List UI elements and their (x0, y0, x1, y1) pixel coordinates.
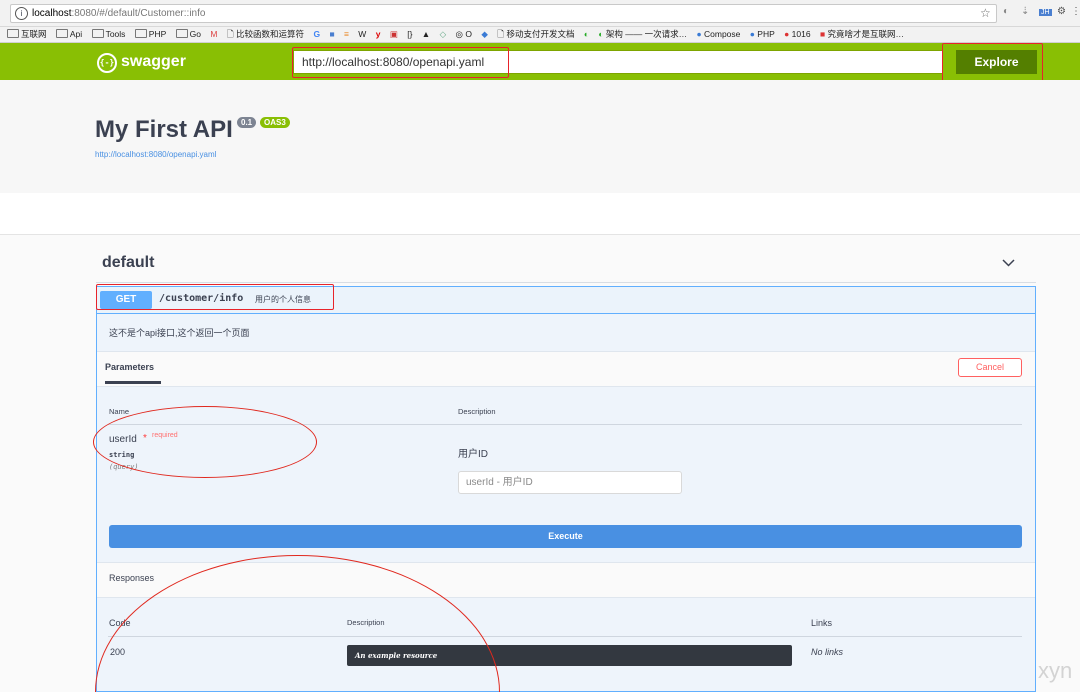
code-icon[interactable]: [} (407, 27, 412, 42)
swagger-logo-text: swagger (121, 53, 186, 70)
folder-icon (175, 29, 188, 38)
column-header-name: Name (109, 407, 130, 416)
bookmark-item[interactable]: ● 1016 (784, 27, 810, 42)
cancel-button[interactable]: Cancel (958, 358, 1022, 377)
site-icon: ■ (819, 29, 826, 39)
annotation-ellipse (93, 406, 317, 478)
site-icon[interactable]: ◆ (481, 27, 488, 42)
column-header-description: Description (458, 407, 496, 416)
bookmark-star-icon[interactable]: ☆ (980, 6, 991, 20)
swagger-logo-icon: {-} (97, 53, 117, 73)
profile-icon[interactable]: JH (1039, 9, 1052, 16)
extension-icon[interactable]: ⇣ (1021, 6, 1029, 17)
yahoo-icon[interactable]: y (376, 27, 381, 42)
bookmark-item[interactable]: ◎ O (456, 27, 472, 42)
bookmark-item[interactable]: Go (175, 27, 201, 42)
operation-description: 这不是个api接口,这个返回一个页面 (109, 328, 250, 338)
settings-gear-icon[interactable]: ⚙ (1057, 6, 1066, 17)
site-icon[interactable]: ◐ (584, 27, 589, 42)
google-icon[interactable]: G (313, 27, 320, 42)
site-icon: ● (784, 29, 790, 39)
annotation-box (292, 47, 509, 78)
url-host: localhost (32, 8, 72, 19)
oas-badge: OAS3 (260, 117, 290, 128)
php-icon: ● (749, 29, 755, 39)
folder-icon (55, 29, 68, 38)
site-icon[interactable]: ▲ (422, 27, 430, 42)
api-title: My First API (95, 116, 233, 143)
watermark: xyn (1038, 658, 1073, 683)
parameters-header (97, 351, 1035, 387)
site-icon[interactable]: ◇ (440, 27, 447, 42)
stackoverflow-icon[interactable]: ≡ (344, 27, 349, 42)
wikipedia-icon[interactable]: W (358, 27, 366, 42)
site-icon: ◐ (598, 29, 604, 39)
spec-url-link[interactable]: http://localhost:8080/openapi.yaml (95, 150, 216, 159)
bookmark-item[interactable]: Tools (91, 27, 125, 42)
translate-icon[interactable]: ■ (329, 27, 334, 42)
folder-icon (7, 29, 19, 38)
annotation-box (96, 284, 334, 310)
page-icon: 🗋 (226, 29, 234, 39)
site-icon[interactable]: ▣ (390, 27, 398, 42)
execute-button[interactable]: Execute (109, 525, 1022, 548)
tag-title[interactable]: default (102, 254, 154, 272)
bookmark-item[interactable]: ● PHP (750, 27, 775, 42)
column-header-links: Links (811, 618, 833, 628)
bookmark-item[interactable]: Api (55, 27, 82, 42)
menu-icon[interactable]: ⋮ (1071, 6, 1080, 17)
scheme-container (0, 193, 1080, 235)
github-icon: ◎ (455, 29, 463, 39)
bookmarks-bar: 互联网 Api Tools PHP Go M 🗋 比较函数和运算符 G ■ ≡ … (0, 27, 1080, 43)
bookmark-item[interactable]: ● Compose (696, 27, 740, 42)
page-icon: 🗋 (497, 29, 505, 39)
bookmark-item[interactable]: ◐ 架构 —— 一次请求… (598, 27, 687, 42)
extension-icon[interactable]: ◐ (1003, 6, 1009, 17)
bookmark-item[interactable]: 🗋 移动支付开发文档 (497, 27, 574, 42)
tab-underline (105, 381, 161, 384)
folder-icon (91, 29, 104, 38)
responses-title: Responses (109, 573, 155, 583)
url-path: :8080/#/default/Customer::info (71, 8, 206, 19)
annotation-box (942, 43, 1043, 85)
param-description: 用户ID (458, 449, 488, 460)
folder-icon (134, 29, 147, 38)
version-badge: 0.1 (237, 117, 257, 128)
gmail-icon[interactable]: M (210, 27, 217, 42)
bookmark-item[interactable]: 互联网 (7, 27, 47, 42)
site-icon: ● (696, 29, 702, 39)
address-bar[interactable]: i localhost:8080/#/default/Customer::info (10, 4, 997, 23)
tab-parameters[interactable]: Parameters (105, 362, 154, 372)
userid-input[interactable]: userId - 用户ID (458, 471, 682, 494)
chevron-down-icon[interactable] (1002, 256, 1015, 270)
info-icon[interactable]: i (15, 6, 28, 20)
bookmark-item[interactable]: ■ 究竟啥才是互联网… (820, 27, 904, 42)
bookmark-item[interactable]: PHP (134, 27, 166, 42)
tag-divider (96, 282, 1036, 283)
response-links: No links (811, 647, 844, 657)
bookmark-item[interactable]: 🗋 比较函数和运算符 (227, 27, 304, 42)
